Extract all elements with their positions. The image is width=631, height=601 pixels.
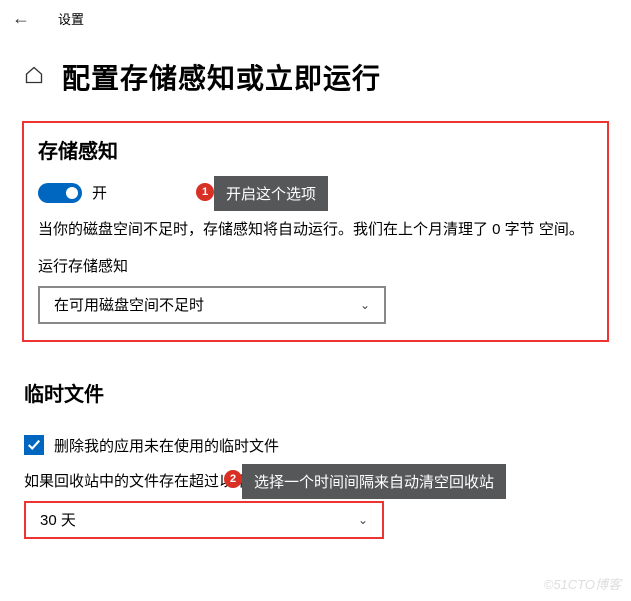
back-icon[interactable]: ← bbox=[12, 8, 30, 29]
page-title: 配置存储感知或立即运行 bbox=[62, 57, 381, 97]
home-icon[interactable] bbox=[24, 65, 44, 90]
delete-temp-files-checkbox[interactable] bbox=[24, 435, 44, 455]
storage-sense-section: 存储感知 开 1 开启这个选项 当你的磁盘空间不足时，存储感知将自动运行。我们在… bbox=[22, 121, 609, 342]
checkbox-label: 删除我的应用未在使用的临时文件 bbox=[54, 435, 279, 456]
dropdown-value: 30 天 bbox=[40, 509, 76, 530]
annotation-tooltip-1: 开启这个选项 bbox=[214, 176, 328, 211]
chevron-down-icon: ⌄ bbox=[358, 513, 368, 527]
annotation-badge-1: 1 bbox=[196, 183, 214, 201]
annotation-tooltip-2: 选择一个时间间隔来自动清空回收站 bbox=[242, 464, 506, 499]
settings-header-label: 设置 bbox=[58, 9, 84, 28]
run-frequency-dropdown[interactable]: 在可用磁盘空间不足时 ⌄ bbox=[38, 286, 386, 324]
chevron-down-icon: ⌄ bbox=[360, 298, 370, 312]
storage-sense-heading: 存储感知 bbox=[38, 135, 593, 164]
watermark: ©51CTO博客 bbox=[544, 574, 621, 593]
dropdown-value: 在可用磁盘空间不足时 bbox=[54, 294, 204, 315]
storage-sense-toggle[interactable] bbox=[38, 183, 82, 203]
storage-sense-description: 当你的磁盘空间不足时，存储感知将自动运行。我们在上个月清理了 0 字节 空间。 bbox=[38, 217, 593, 243]
toggle-label: 开 bbox=[92, 182, 107, 203]
annotation-badge-2: 2 bbox=[224, 470, 242, 488]
run-storage-sense-label: 运行存储感知 bbox=[38, 255, 593, 276]
recycle-bin-duration-dropdown[interactable]: 30 天 ⌄ bbox=[24, 501, 384, 539]
temp-files-heading: 临时文件 bbox=[24, 378, 631, 407]
